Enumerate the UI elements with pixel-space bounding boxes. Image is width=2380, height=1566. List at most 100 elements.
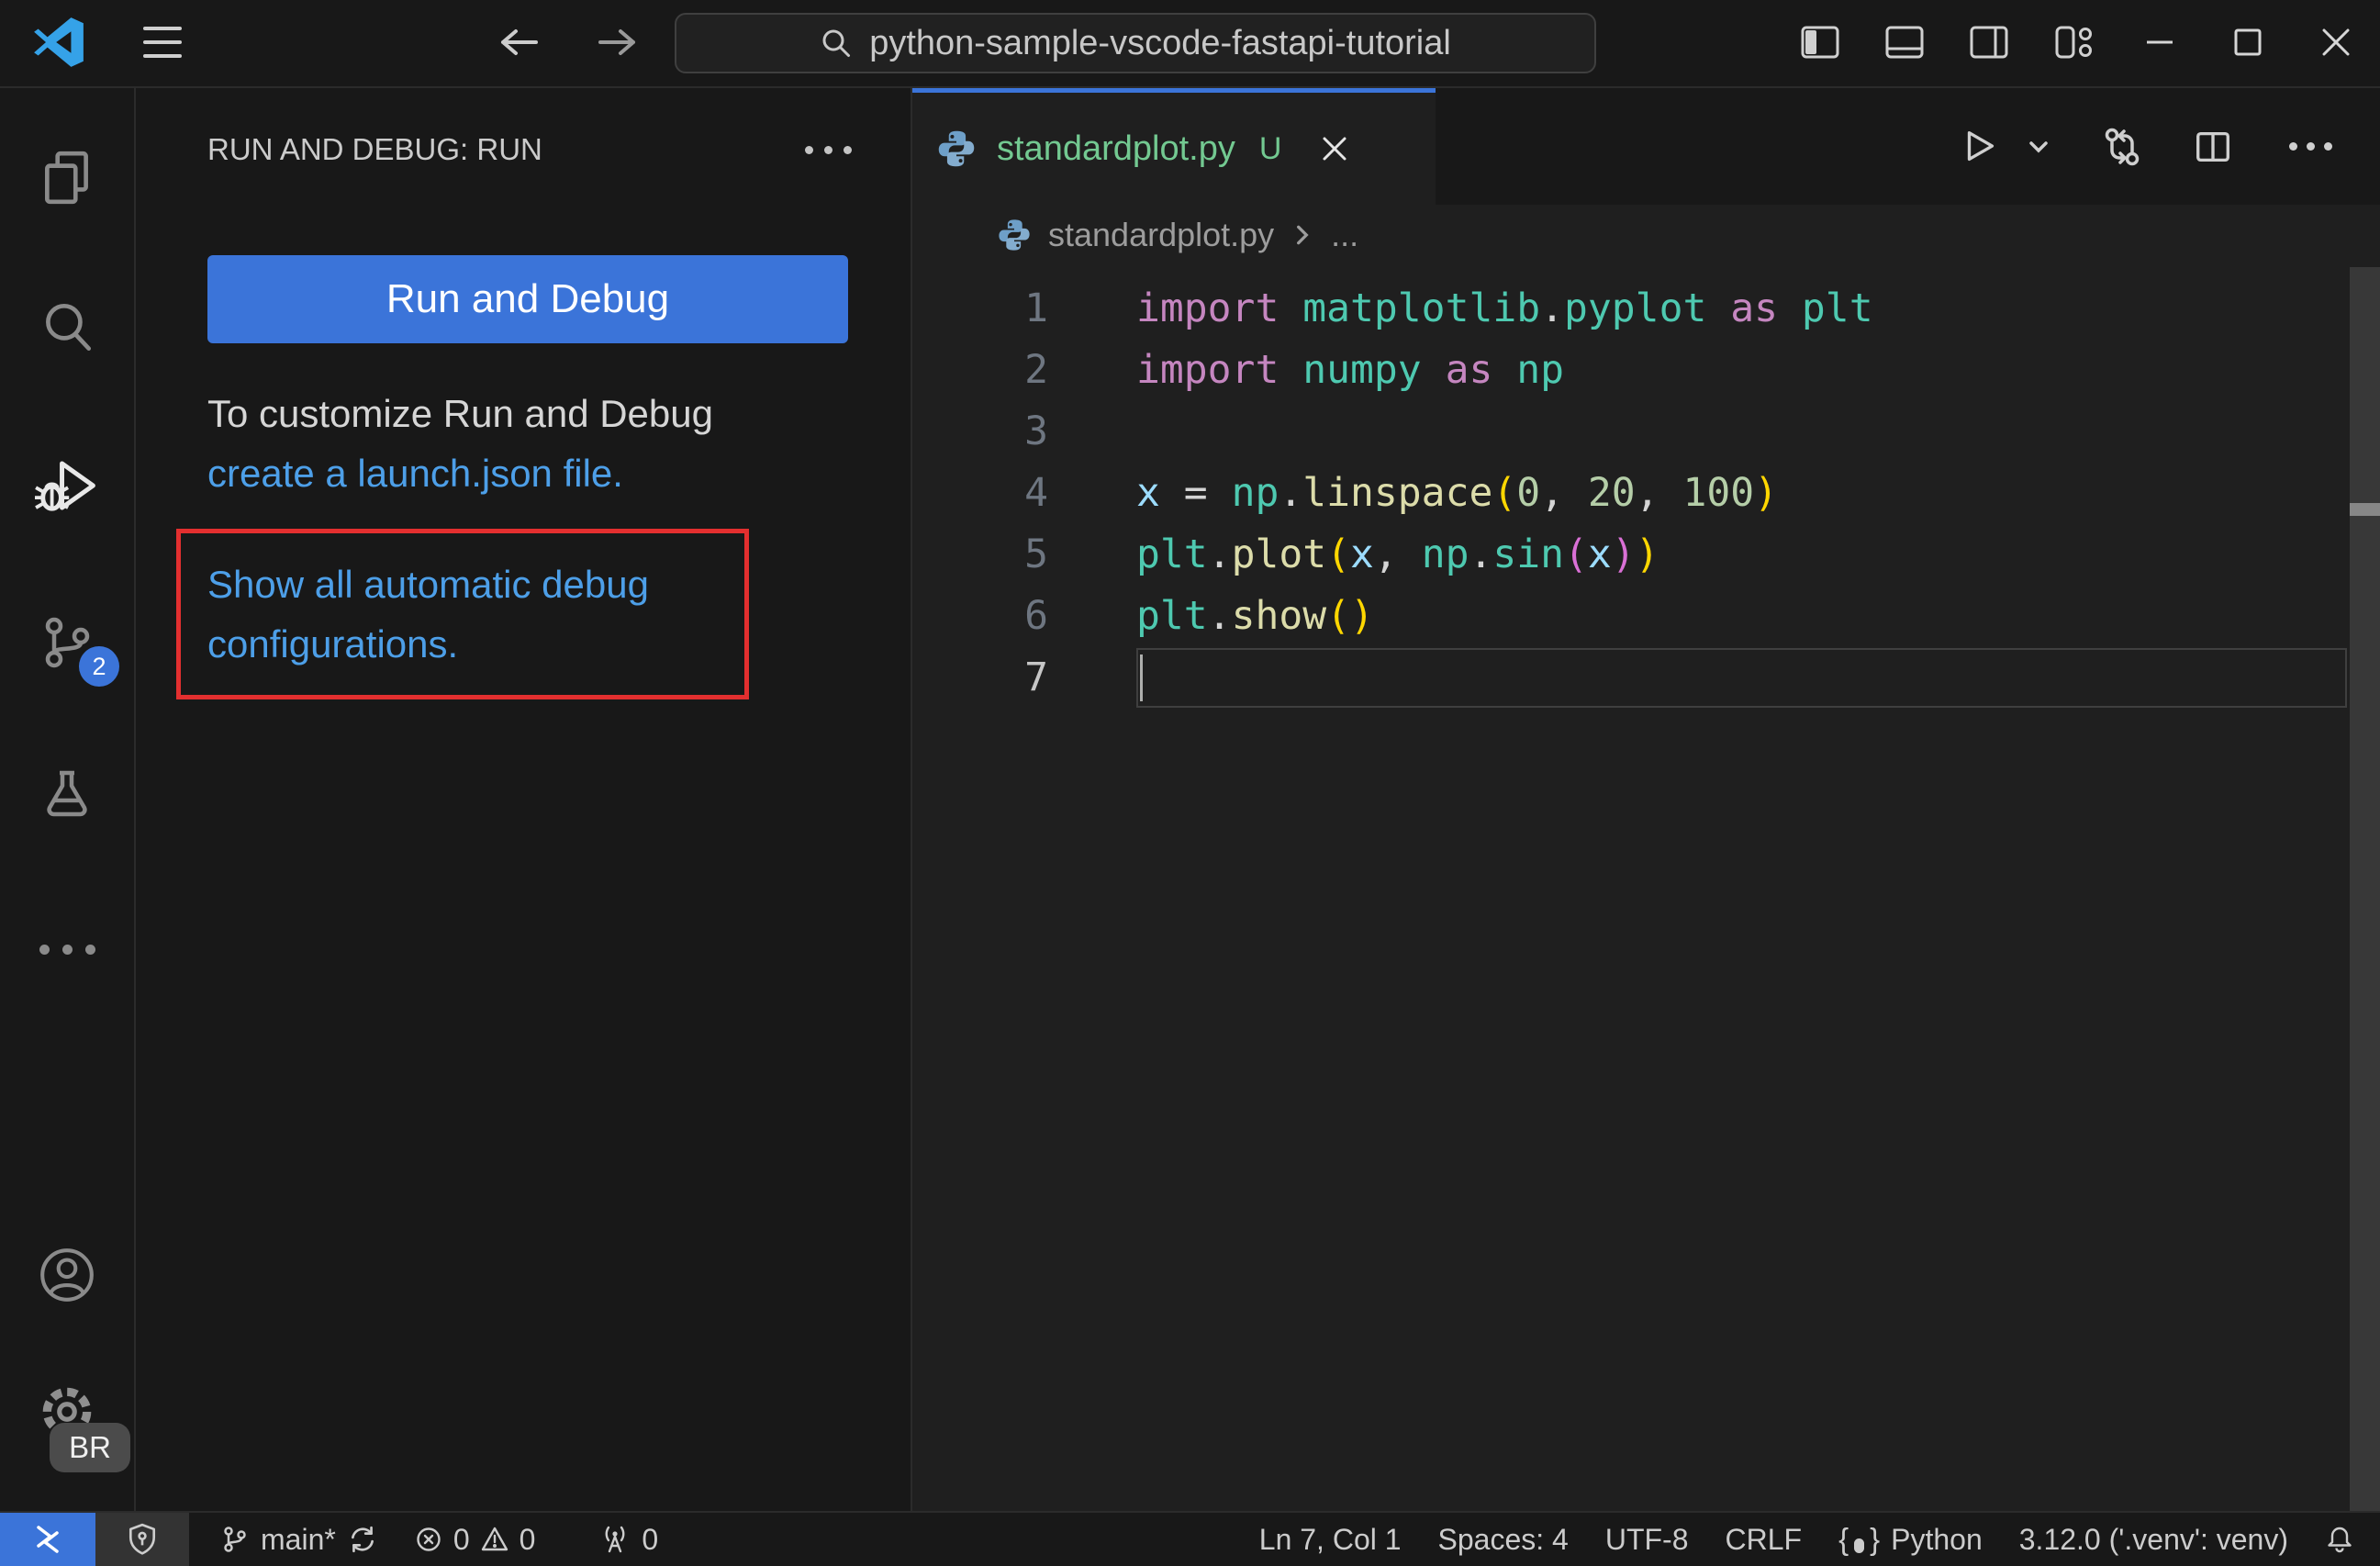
search-value: python-sample-vscode-fastapi-tutorial (869, 23, 1451, 62)
activity-bar: 2 BR (0, 88, 136, 1513)
code-text: import numpy as np (1136, 347, 1565, 393)
arrow-left-icon[interactable] (496, 24, 542, 61)
error-count: 0 (453, 1522, 470, 1556)
line-number: 7 (1024, 654, 1048, 700)
encoding: UTF-8 (1604, 1522, 1689, 1556)
notifications-button[interactable] (2307, 1513, 2380, 1566)
breadcrumb: standardplot.py ... (912, 205, 2380, 265)
chevron-down-icon[interactable] (2025, 133, 2052, 161)
settings-button[interactable]: BR (0, 1366, 134, 1472)
code-text: plt.plot(x, np.sin(x)) (1136, 531, 1659, 577)
language-name: Python (1891, 1522, 1983, 1556)
command-center-search[interactable]: python-sample-vscode-fastapi-tutorial (675, 13, 1596, 73)
maximize-icon[interactable] (2204, 0, 2292, 84)
show-all-configs-link[interactable]: Show all automatic debug (207, 554, 649, 614)
python-icon (997, 218, 1032, 252)
code-line[interactable]: 5 plt.plot(x, np.sin(x)) (912, 524, 2380, 586)
cursor-position: Ln 7, Col 1 (1258, 1522, 1402, 1556)
layout-panel-icon[interactable] (1862, 0, 1947, 84)
tab-modified-badge: U (1258, 130, 1282, 166)
braces-dot-icon (1854, 1538, 1865, 1553)
python-interpreter-status[interactable]: 3.12.0 ('.venv': venv) (2001, 1513, 2307, 1566)
split-editor-icon[interactable] (2192, 126, 2234, 168)
sidebar-item-search[interactable] (0, 281, 134, 373)
status-bar: main* 0 0 0 Ln 7, Col 1 Spaces: 4 UTF-8 … (0, 1511, 2380, 1566)
source-control-badge: 2 (79, 646, 119, 687)
editor-more-actions-icon[interactable] (2282, 135, 2340, 158)
code-text: x = np.linspace(0, 20, 100) (1136, 470, 1779, 516)
chevron-right-icon (1291, 223, 1314, 247)
run-debug-sidebar: RUN AND DEBUG: RUN Run and Debug To cust… (136, 88, 912, 1513)
more-icon (32, 937, 103, 962)
breadcrumb-file[interactable]: standardplot.py (1048, 216, 1274, 254)
layout-sidebar-right-icon[interactable] (1947, 0, 2031, 84)
welcome-line: To customize Run and Debug (207, 392, 713, 435)
tab-standardplot[interactable]: standardplot.py U (912, 88, 1436, 205)
show-all-configs-link-line2[interactable]: configurations. (207, 614, 649, 674)
overview-ruler-marker (2350, 503, 2380, 516)
vertical-scrollbar[interactable] (2350, 267, 2380, 1513)
branch-status[interactable]: main* (202, 1513, 397, 1566)
run-and-debug-button[interactable]: Run and Debug (207, 255, 848, 343)
view-more-actions-icon[interactable] (798, 139, 859, 162)
menu-icon[interactable] (143, 27, 182, 58)
run-python-file-button[interactable] (1959, 126, 2001, 168)
welcome-text: To customize Run and Debug create a laun… (207, 384, 850, 503)
close-icon[interactable] (2292, 0, 2380, 84)
sidebar-item-testing[interactable] (0, 750, 134, 842)
line-number: 6 (1024, 593, 1048, 639)
branch-icon (220, 1525, 250, 1554)
account-button[interactable] (0, 1229, 134, 1321)
code-line[interactable]: 4 x = np.linspace(0, 20, 100) (912, 463, 2380, 524)
compare-changes-icon[interactable] (2100, 125, 2144, 169)
line-number: 4 (1024, 470, 1048, 516)
code-line[interactable]: 3 (912, 401, 2380, 463)
tab-close-icon[interactable] (1318, 132, 1351, 165)
sidebar-item-explorer[interactable] (0, 131, 134, 223)
create-launch-json-link[interactable]: create a launch.json file. (207, 452, 623, 495)
braces-icon: } (1870, 1522, 1881, 1556)
title-bar: python-sample-vscode-fastapi-tutorial (0, 0, 2380, 88)
current-line-highlight (1136, 648, 2347, 708)
python-icon (936, 129, 977, 169)
sidebar-title: RUN AND DEBUG: RUN (207, 132, 542, 166)
layout-sidebar-left-icon[interactable] (1778, 0, 1862, 84)
code-text: import matplotlib.pyplot as plt (1136, 285, 1873, 331)
account-icon (37, 1245, 97, 1305)
line-number: 2 (1024, 347, 1048, 393)
breadcrumb-symbol[interactable]: ... (1331, 216, 1358, 254)
language-mode-status[interactable]: { } Python (1820, 1513, 2001, 1566)
code-line[interactable]: 7 (912, 647, 2380, 709)
code-lines: 1 import matplotlib.pyplot as plt 2 import … (912, 265, 2380, 1513)
sidebar-item-run-debug[interactable] (0, 440, 134, 531)
line-number: 3 (1024, 408, 1048, 454)
cursor-position-status[interactable]: Ln 7, Col 1 (1241, 1513, 1420, 1566)
editor-group: standardplot.py U standardplot.py ... 1 … (912, 88, 2380, 1513)
error-icon (415, 1526, 442, 1553)
remote-indicator[interactable] (0, 1513, 95, 1566)
testing-icon (38, 766, 96, 825)
code-line[interactable]: 6 plt.show() (912, 586, 2380, 647)
workspace-trust-indicator[interactable] (95, 1513, 189, 1566)
tab-bar: standardplot.py U (912, 88, 2380, 205)
remote-icon (28, 1525, 67, 1554)
arrow-right-icon[interactable] (595, 24, 641, 61)
settings-badge: BR (50, 1423, 130, 1472)
code-line[interactable]: 2 import numpy as np (912, 340, 2380, 401)
code-text: plt.show() (1136, 593, 1374, 639)
sidebar-item-more[interactable] (0, 903, 134, 995)
indentation-status[interactable]: Spaces: 4 (1420, 1513, 1587, 1566)
layout-customize-icon[interactable] (2031, 0, 2116, 84)
radio-tower-icon (599, 1525, 631, 1554)
encoding-status[interactable]: UTF-8 (1587, 1513, 1707, 1566)
text-cursor (1140, 654, 1143, 701)
tab-label: standardplot.py (997, 129, 1235, 168)
sidebar-item-source-control[interactable]: 2 (0, 597, 134, 688)
shield-icon (127, 1523, 158, 1556)
eol-status[interactable]: CRLF (1707, 1513, 1821, 1566)
ports-status[interactable]: 0 (581, 1513, 676, 1566)
problems-status[interactable]: 0 0 (397, 1513, 554, 1566)
code-line[interactable]: 1 import matplotlib.pyplot as plt (912, 278, 2380, 340)
braces-icon: { (1838, 1522, 1849, 1556)
minimize-icon[interactable] (2116, 0, 2204, 84)
